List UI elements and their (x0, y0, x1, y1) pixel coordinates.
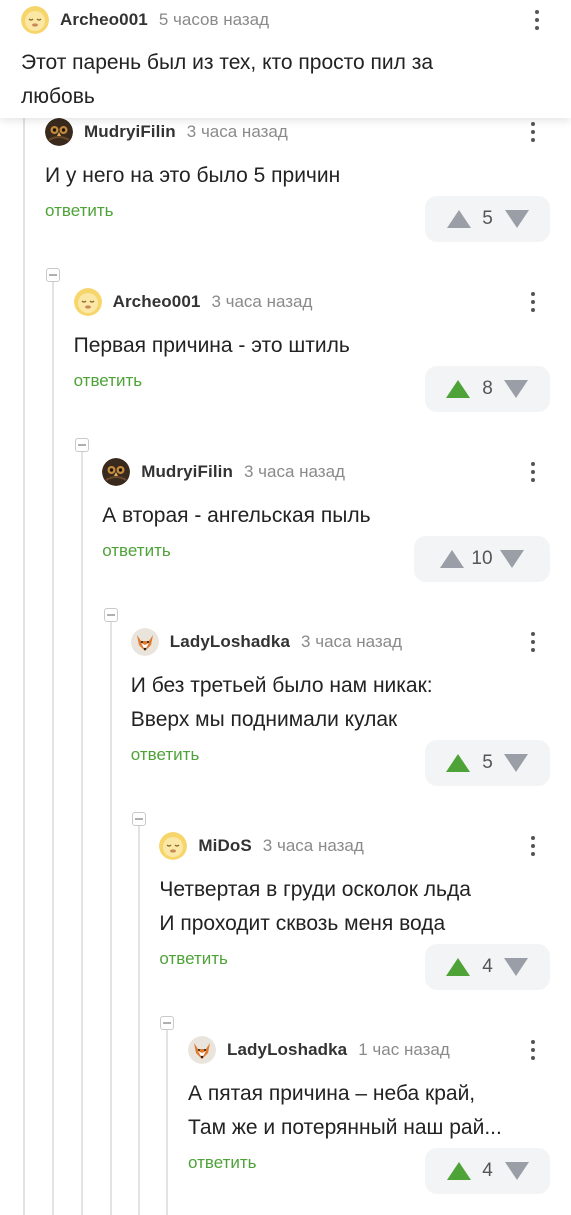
downvote-arrow-icon[interactable] (503, 379, 529, 399)
comment-time: 3 часа назад (243, 462, 345, 481)
comment-time: 3 часа назад (262, 836, 364, 855)
owl-avatar-icon[interactable] (45, 118, 73, 146)
thread-line (52, 282, 54, 1215)
downvote-arrow-icon[interactable] (504, 209, 530, 229)
more-options-icon[interactable] (523, 832, 543, 860)
rating-count: 5 (482, 752, 493, 773)
more-options-icon[interactable] (527, 6, 547, 34)
rating-count: 4 (482, 1160, 493, 1181)
more-options-icon[interactable] (523, 628, 543, 656)
comment-text: И без третьей было нам никак: Вверх мы по… (131, 669, 433, 737)
comment-text-line: И у него на это было 5 причин (45, 164, 341, 187)
comment-time: 3 часа назад (211, 292, 313, 311)
comment-header: MudryiFilin 3 часа назад (102, 457, 345, 487)
more-options-icon[interactable] (523, 288, 543, 316)
comment-text-line: А вторая - ангельская пыль (102, 504, 371, 527)
author-name[interactable]: Archeo001 (113, 292, 201, 312)
comment-header: MudryiFilin 3 часа назад (45, 117, 288, 147)
thread-line (81, 452, 83, 1215)
rating-count: 5 (482, 208, 493, 229)
vote-panel: 8 (424, 366, 550, 412)
author-name[interactable]: MiDoS (198, 836, 251, 856)
thread-line (110, 622, 112, 1215)
comment-time: 5 часов назад (158, 10, 270, 29)
comment-text-line: Там же и потерянный наш рай... (188, 1116, 502, 1139)
reply-button[interactable]: ответить (188, 1153, 257, 1173)
collapse-thread-toggle[interactable] (160, 1016, 174, 1030)
vote-panel: 4 (425, 1148, 550, 1194)
parent-comment: Archeo001 5 часов назад Этот парень был … (0, 0, 571, 118)
comment-header: Archeo001 5 часов назад (21, 6, 269, 34)
more-options-icon[interactable] (523, 458, 543, 486)
comment-time: 3 часа назад (186, 122, 288, 141)
comment-text: Четвертая в груди осколок льда И проходит… (159, 873, 471, 941)
comment-time: 1 час назад (358, 1040, 450, 1059)
more-options-icon[interactable] (523, 118, 543, 146)
comment-time: 3 часа назад (301, 632, 403, 651)
comment-header: LadyLoshadka 1 час назад (188, 1035, 450, 1065)
reply-button[interactable]: ответить (131, 745, 200, 765)
author-name[interactable]: MudryiFilin (141, 462, 233, 482)
comment-text-line: И проходит сквозь меня вода (159, 912, 446, 935)
author-name[interactable]: Archeo001 (60, 10, 148, 30)
author-name[interactable]: MudryiFilin (84, 122, 176, 142)
rating-count: 4 (482, 956, 493, 977)
comment-text-line: Четвертая в груди осколок льда (159, 878, 471, 901)
downvote-arrow-icon[interactable] (503, 753, 529, 773)
owl-avatar-icon[interactable] (102, 458, 131, 486)
more-options-icon[interactable] (523, 1036, 543, 1064)
sleeping-face-icon[interactable] (159, 832, 188, 860)
upvote-arrow-icon[interactable] (445, 753, 471, 773)
comment-text-line: Вверх мы поднимали кулак (130, 708, 398, 731)
collapse-thread-toggle[interactable] (104, 608, 118, 622)
comment-text: И у него на это было 5 причин (45, 159, 340, 193)
comment-text: А вторая - ангельская пыль (102, 499, 370, 533)
vote-panel: 5 (425, 196, 550, 242)
comment-text-line: И без третьей было нам никак: (130, 674, 433, 697)
fox-avatar-icon[interactable] (130, 628, 159, 656)
upvote-arrow-icon[interactable] (445, 379, 471, 399)
reply-button[interactable]: ответить (102, 541, 171, 561)
reply-button[interactable]: ответить (45, 201, 114, 221)
thread-line (23, 118, 25, 1215)
comment-text-line: Первая причина - это штиль (73, 334, 350, 357)
rating-count: 10 (471, 548, 493, 569)
downvote-arrow-icon[interactable] (499, 549, 525, 569)
comment-text: А пятая причина – неба край, Там же и пот… (188, 1077, 502, 1145)
reply-button[interactable]: ответить (159, 949, 228, 969)
collapse-thread-toggle[interactable] (132, 812, 146, 826)
thread-line (138, 826, 140, 1215)
vote-panel: 10 (413, 536, 550, 582)
comment-header: Archeo001 3 часа назад (73, 287, 313, 317)
downvote-arrow-icon[interactable] (504, 1161, 530, 1181)
vote-panel: 5 (424, 740, 550, 786)
sleeping-face-icon[interactable] (21, 6, 49, 34)
upvote-arrow-icon[interactable] (439, 549, 465, 569)
author-name[interactable]: LadyLoshadka (227, 1040, 347, 1060)
collapse-thread-toggle[interactable] (46, 268, 60, 282)
sleeping-face-icon[interactable] (73, 288, 102, 316)
comment-text: Первая причина - это штиль (74, 329, 350, 363)
vote-panel: 4 (424, 944, 550, 990)
comment-text-line: А пятая причина – неба край, (188, 1082, 476, 1105)
thread-line (166, 1030, 168, 1215)
author-name[interactable]: LadyLoshadka (170, 632, 290, 652)
upvote-arrow-icon[interactable] (445, 957, 471, 977)
downvote-arrow-icon[interactable] (503, 957, 529, 977)
comment-header: MiDoS 3 часа назад (159, 831, 364, 861)
rating-count: 8 (482, 378, 493, 399)
comment-header: LadyLoshadka 3 часа назад (130, 627, 403, 657)
fox-avatar-icon[interactable] (188, 1036, 216, 1064)
upvote-arrow-icon[interactable] (446, 1161, 472, 1181)
collapse-thread-toggle[interactable] (75, 438, 89, 452)
comment-text: Этот парень был из тех, кто просто пил з… (21, 51, 434, 108)
upvote-arrow-icon[interactable] (446, 209, 472, 229)
reply-button[interactable]: ответить (74, 371, 143, 391)
